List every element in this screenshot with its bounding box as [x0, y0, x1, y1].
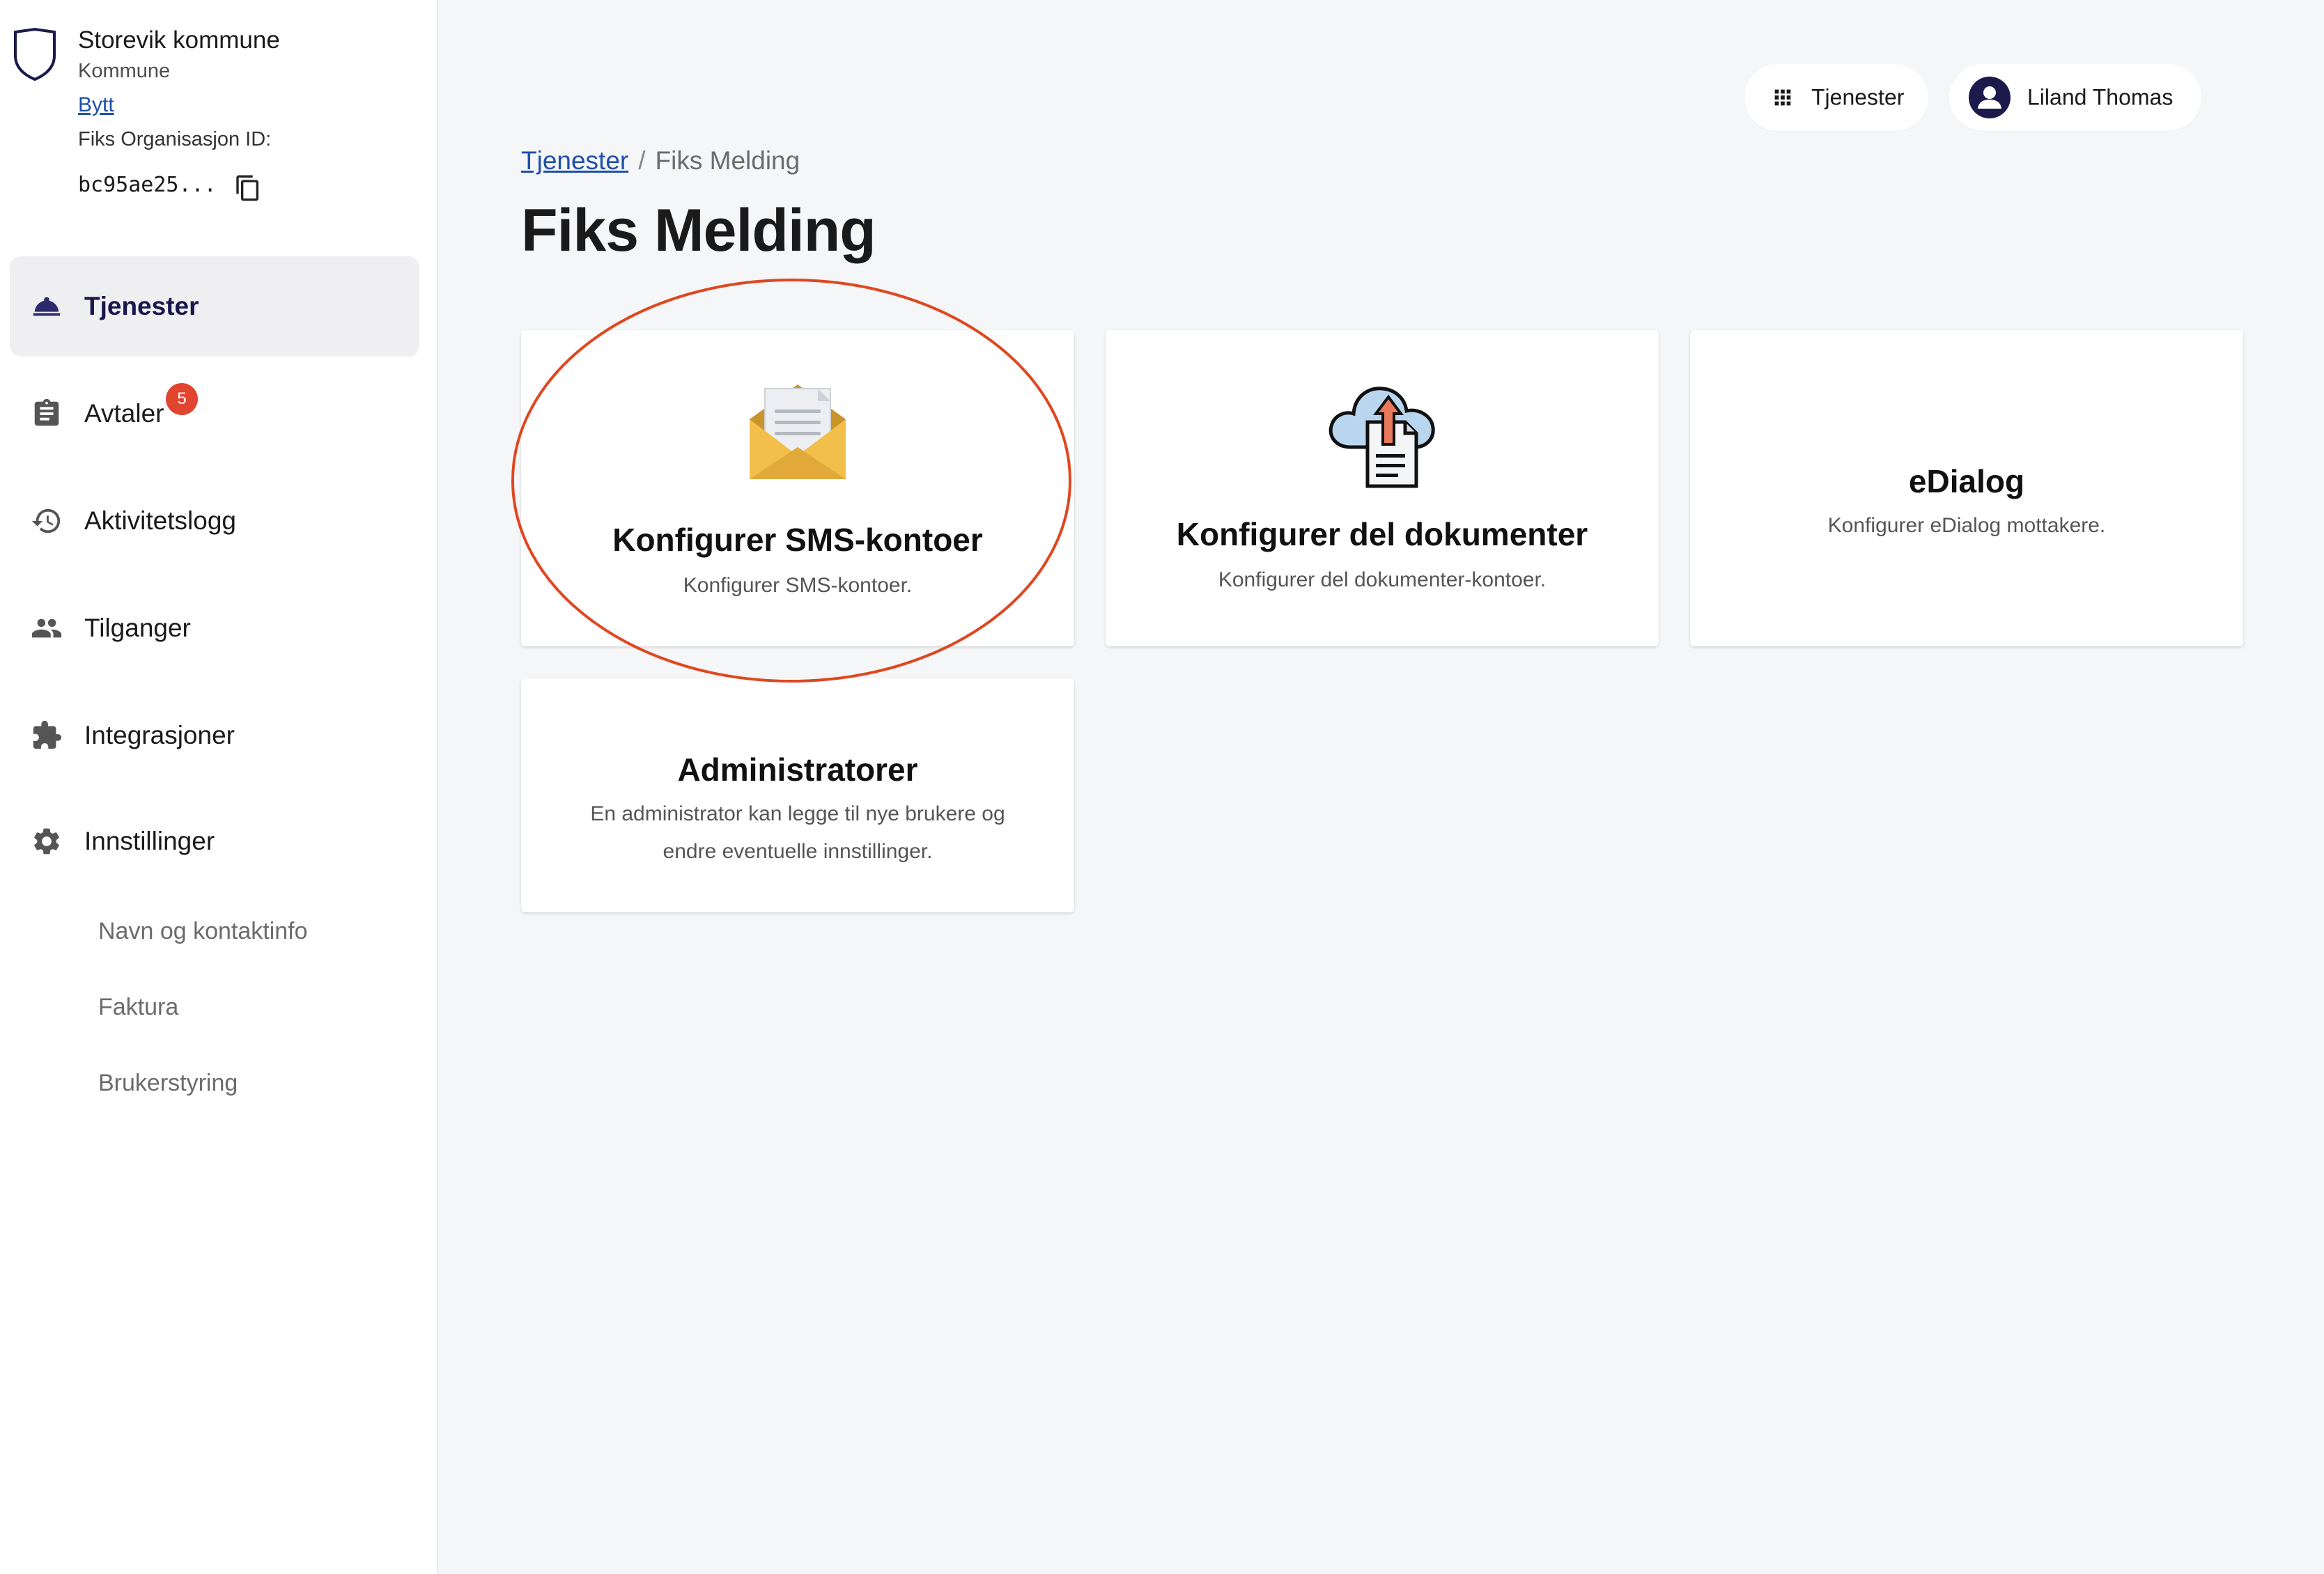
card-description: En administrator kan legge til nye bruke… [590, 802, 1005, 863]
card-title: Konfigurer del dokumenter [1176, 516, 1588, 552]
sidebar-item-label: Tilganger [84, 614, 191, 642]
card-description: Konfigurer del dokumenter-kontoer. [1218, 568, 1547, 591]
sidebar-subitem-navn-og-kontaktinfo[interactable]: Navn og kontaktinfo [98, 918, 308, 945]
switch-organization-link[interactable]: Bytt [78, 93, 114, 117]
avatar [1969, 77, 2011, 118]
sidebar-item-label: Integrasjoner [84, 721, 235, 749]
card-title: Administratorer [677, 751, 918, 788]
sidebar-item-integrasjoner[interactable]: Integrasjoner [10, 685, 419, 786]
shield-icon [14, 28, 56, 81]
organization-name: Storevik kommune [78, 26, 280, 54]
user-name: Liland Thomas [2027, 84, 2174, 110]
organization-id-label: Fiks Organisasjon ID: [78, 128, 272, 150]
services-menu-label: Tjenester [1811, 84, 1905, 110]
sidebar-item-tjenester[interactable]: Tjenester [10, 256, 419, 357]
card-administratorer[interactable]: Administratorer En administrator kan leg… [521, 678, 1074, 912]
user-icon [1978, 86, 2001, 109]
card-description: Konfigurer SMS-kontoer. [683, 574, 913, 597]
organization-type: Kommune [78, 60, 171, 82]
service-bell-icon [33, 297, 61, 316]
card-description: Konfigurer eDialog mottakere. [1827, 514, 2106, 537]
breadcrumb-link-tjenester[interactable]: Tjenester [521, 146, 628, 175]
organization-id-value: bc95ae25... [78, 173, 217, 197]
people-icon [31, 618, 62, 638]
sidebar-subitem-faktura[interactable]: Faktura [98, 994, 178, 1021]
envelope-icon [750, 384, 846, 479]
sidebar-item-label: Innstillinger [84, 827, 215, 855]
sidebar-item-aktivitetslogg[interactable]: Aktivitetslogg [10, 471, 419, 571]
sidebar: Storevik kommune Kommune Bytt Fiks Organ… [0, 0, 438, 1574]
sidebar-item-avtaler[interactable]: Avtaler 5 [10, 364, 419, 464]
cloud-upload-document-icon [1328, 387, 1435, 488]
card-edialog[interactable]: eDialog Konfigurer eDialog mottakere. [1690, 330, 2243, 646]
clipboard-icon [34, 398, 59, 426]
card-konfigurer-del-dokumenter[interactable]: Konfigurer del dokumenter Konfigurer del… [1106, 330, 1659, 646]
gear-icon [34, 828, 59, 855]
sidebar-item-innstillinger[interactable]: Innstillinger [10, 791, 419, 891]
apps-grid-icon [1774, 89, 1791, 106]
notification-badge: 5 [166, 383, 198, 415]
card-title: eDialog [1908, 463, 2025, 499]
breadcrumb-separator: / [638, 146, 646, 175]
copy-icon[interactable] [234, 174, 262, 202]
breadcrumb-current: Fiks Melding [655, 146, 800, 175]
sidebar-item-tilganger[interactable]: Tilganger [10, 578, 419, 678]
history-icon [31, 508, 61, 533]
sidebar-item-label: Avtaler [84, 399, 164, 428]
sidebar-item-label: Tjenester [84, 292, 199, 320]
card-title: Konfigurer SMS-kontoer [612, 522, 983, 558]
puzzle-icon [33, 720, 62, 749]
card-konfigurer-sms-kontoer[interactable]: Konfigurer SMS-kontoer Konfigurer SMS-ko… [521, 330, 1074, 646]
breadcrumb: Tjenester / Fiks Melding [521, 146, 800, 176]
sidebar-subitem-brukerstyring[interactable]: Brukerstyring [98, 1070, 238, 1097]
user-menu-button[interactable]: Liland Thomas [1949, 64, 2201, 131]
page-title: Fiks Melding [521, 197, 876, 264]
services-menu-button[interactable]: Tjenester [1744, 64, 1928, 131]
sidebar-item-label: Aktivitetslogg [84, 506, 236, 535]
